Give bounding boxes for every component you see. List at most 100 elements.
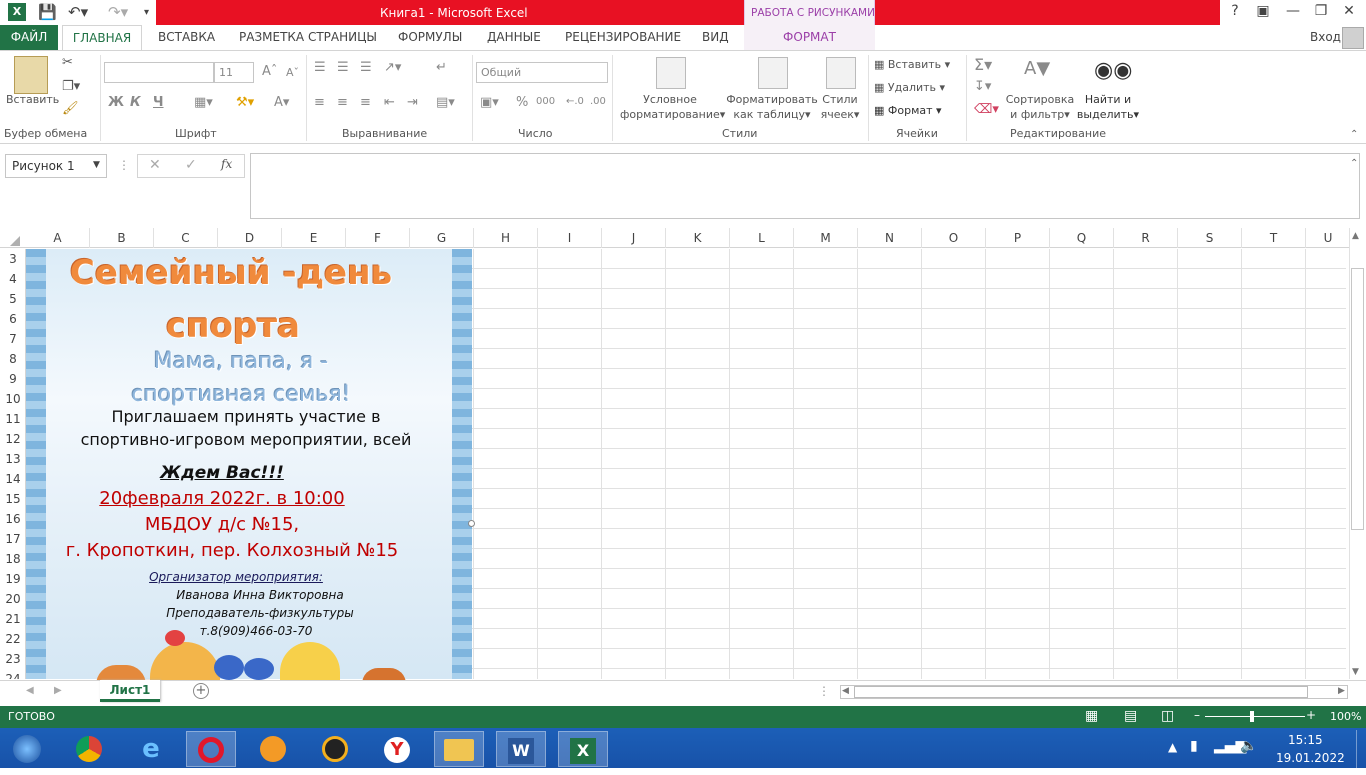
- normal-view-icon[interactable]: ▦: [1085, 708, 1098, 724]
- increase-font-icon[interactable]: Aˆ: [262, 64, 277, 79]
- redo-icon[interactable]: ↷▾: [108, 3, 128, 21]
- font-size-combo[interactable]: 11: [214, 62, 254, 83]
- row-header[interactable]: 10: [0, 389, 26, 409]
- tab-formulas[interactable]: ФОРМУЛЫ: [398, 25, 462, 50]
- opera-icon[interactable]: [186, 731, 236, 767]
- row-header[interactable]: 17: [0, 529, 26, 549]
- align-right-icon[interactable]: ≡: [360, 95, 371, 110]
- decrease-decimal-icon[interactable]: .00: [590, 96, 606, 107]
- cut-icon[interactable]: ✂: [62, 55, 73, 70]
- align-top-icon[interactable]: ☰: [314, 60, 326, 75]
- column-header[interactable]: N: [858, 228, 922, 248]
- italic-button[interactable]: К: [130, 95, 141, 110]
- column-header[interactable]: G: [410, 228, 474, 248]
- format-cells-button[interactable]: ▦ Формат ▾: [874, 104, 942, 117]
- number-format-combo[interactable]: Общий: [476, 62, 608, 83]
- insert-cells-button[interactable]: ▦ Вставить ▾: [874, 58, 950, 71]
- file-explorer-icon[interactable]: [434, 731, 484, 767]
- align-left-icon[interactable]: ≡: [314, 95, 325, 110]
- column-header[interactable]: O: [922, 228, 986, 248]
- word-icon[interactable]: W: [496, 731, 546, 767]
- row-header[interactable]: 11: [0, 409, 26, 429]
- decrease-indent-icon[interactable]: ⇤: [384, 95, 395, 110]
- fill-icon[interactable]: ↧▾: [974, 79, 991, 94]
- show-desktop-button[interactable]: [1356, 730, 1366, 768]
- cell-styles-button[interactable]: Стили ячеек▾: [818, 92, 862, 122]
- format-as-table-icon[interactable]: [758, 57, 788, 89]
- avatar[interactable]: [1342, 27, 1364, 49]
- sort-filter-icon[interactable]: A▼: [1024, 58, 1050, 79]
- find-binoculars-icon[interactable]: ◉◉: [1094, 58, 1132, 83]
- row-header[interactable]: 4: [0, 269, 26, 289]
- help-button[interactable]: ?: [1224, 3, 1246, 19]
- column-header[interactable]: M: [794, 228, 858, 248]
- minimize-button[interactable]: —: [1282, 3, 1304, 19]
- row-header[interactable]: 20: [0, 589, 26, 609]
- column-header[interactable]: U: [1306, 228, 1350, 248]
- settings-app-icon[interactable]: [248, 731, 298, 767]
- column-header[interactable]: H: [474, 228, 538, 248]
- copy-icon[interactable]: ❐▾: [62, 79, 80, 94]
- paste-icon[interactable]: [14, 56, 48, 94]
- vertical-scroll-thumb[interactable]: [1351, 268, 1364, 530]
- sort-filter-button[interactable]: Сортировка и фильтр▾: [1004, 92, 1076, 122]
- page-layout-view-icon[interactable]: ▤: [1124, 708, 1137, 724]
- row-header[interactable]: 9: [0, 369, 26, 389]
- row-header[interactable]: 18: [0, 549, 26, 569]
- clock-date[interactable]: 19.01.2022: [1276, 751, 1345, 765]
- tab-review[interactable]: РЕЦЕНЗИРОВАНИЕ: [565, 25, 681, 50]
- fill-color-icon[interactable]: ⚒▾: [236, 95, 254, 110]
- align-center-icon[interactable]: ≡: [337, 95, 348, 110]
- align-middle-icon[interactable]: ☰: [337, 60, 349, 75]
- chrome-icon[interactable]: [64, 731, 114, 767]
- undo-icon[interactable]: ↶▾: [68, 3, 88, 21]
- tray-device-icon[interactable]: ▮: [1190, 738, 1198, 754]
- column-header[interactable]: J: [602, 228, 666, 248]
- column-header[interactable]: I: [538, 228, 602, 248]
- tab-insert[interactable]: ВСТАВКА: [158, 25, 215, 50]
- format-as-table-button[interactable]: Форматировать как таблицу▾: [724, 92, 820, 122]
- row-header[interactable]: 12: [0, 429, 26, 449]
- resize-handle[interactable]: [468, 520, 475, 527]
- row-header[interactable]: 21: [0, 609, 26, 629]
- wrap-text-icon[interactable]: ↵: [436, 60, 447, 75]
- increase-indent-icon[interactable]: ⇥: [407, 95, 418, 110]
- increase-decimal-icon[interactable]: ←.0: [566, 96, 584, 107]
- clock-time[interactable]: 15:15: [1288, 733, 1323, 747]
- row-header[interactable]: 22: [0, 629, 26, 649]
- column-header[interactable]: K: [666, 228, 730, 248]
- row-header[interactable]: 24: [0, 669, 26, 679]
- name-box-dropdown-icon[interactable]: ▼: [93, 160, 100, 170]
- expand-formula-icon[interactable]: ⌃: [1350, 158, 1358, 169]
- scroll-down-icon[interactable]: ▼: [1352, 667, 1359, 677]
- zoom-slider-thumb[interactable]: [1250, 711, 1254, 722]
- tab-data[interactable]: ДАННЫЕ: [487, 25, 541, 50]
- select-all-corner[interactable]: [10, 236, 20, 246]
- customize-qat-icon[interactable]: ▾: [144, 7, 149, 18]
- zoom-in-icon[interactable]: +: [1306, 708, 1316, 722]
- row-header[interactable]: 6: [0, 309, 26, 329]
- percent-icon[interactable]: %: [516, 95, 528, 110]
- horizontal-scroll-thumb[interactable]: [854, 686, 1308, 698]
- tab-file[interactable]: ФАЙЛ: [0, 25, 58, 50]
- tray-expand-icon[interactable]: ▲: [1168, 740, 1177, 754]
- column-header[interactable]: B: [90, 228, 154, 248]
- underline-button[interactable]: Ч: [153, 95, 164, 110]
- enter-icon[interactable]: ✓: [185, 157, 197, 173]
- font-name-combo[interactable]: [104, 62, 214, 83]
- tab-format[interactable]: ФОРМАТ: [744, 25, 875, 50]
- zoom-level[interactable]: 100%: [1330, 710, 1361, 723]
- column-header[interactable]: Q: [1050, 228, 1114, 248]
- row-header[interactable]: 23: [0, 649, 26, 669]
- sign-in-link[interactable]: Вход: [1310, 30, 1341, 44]
- decrease-font-icon[interactable]: Aˇ: [286, 66, 299, 79]
- column-header[interactable]: S: [1178, 228, 1242, 248]
- row-header[interactable]: 16: [0, 509, 26, 529]
- column-header[interactable]: C: [154, 228, 218, 248]
- column-header[interactable]: T: [1242, 228, 1306, 248]
- tab-view[interactable]: ВИД: [702, 25, 729, 50]
- conditional-formatting-icon[interactable]: [656, 57, 686, 89]
- zoom-out-icon[interactable]: –: [1194, 708, 1200, 722]
- row-header[interactable]: 15: [0, 489, 26, 509]
- row-header[interactable]: 14: [0, 469, 26, 489]
